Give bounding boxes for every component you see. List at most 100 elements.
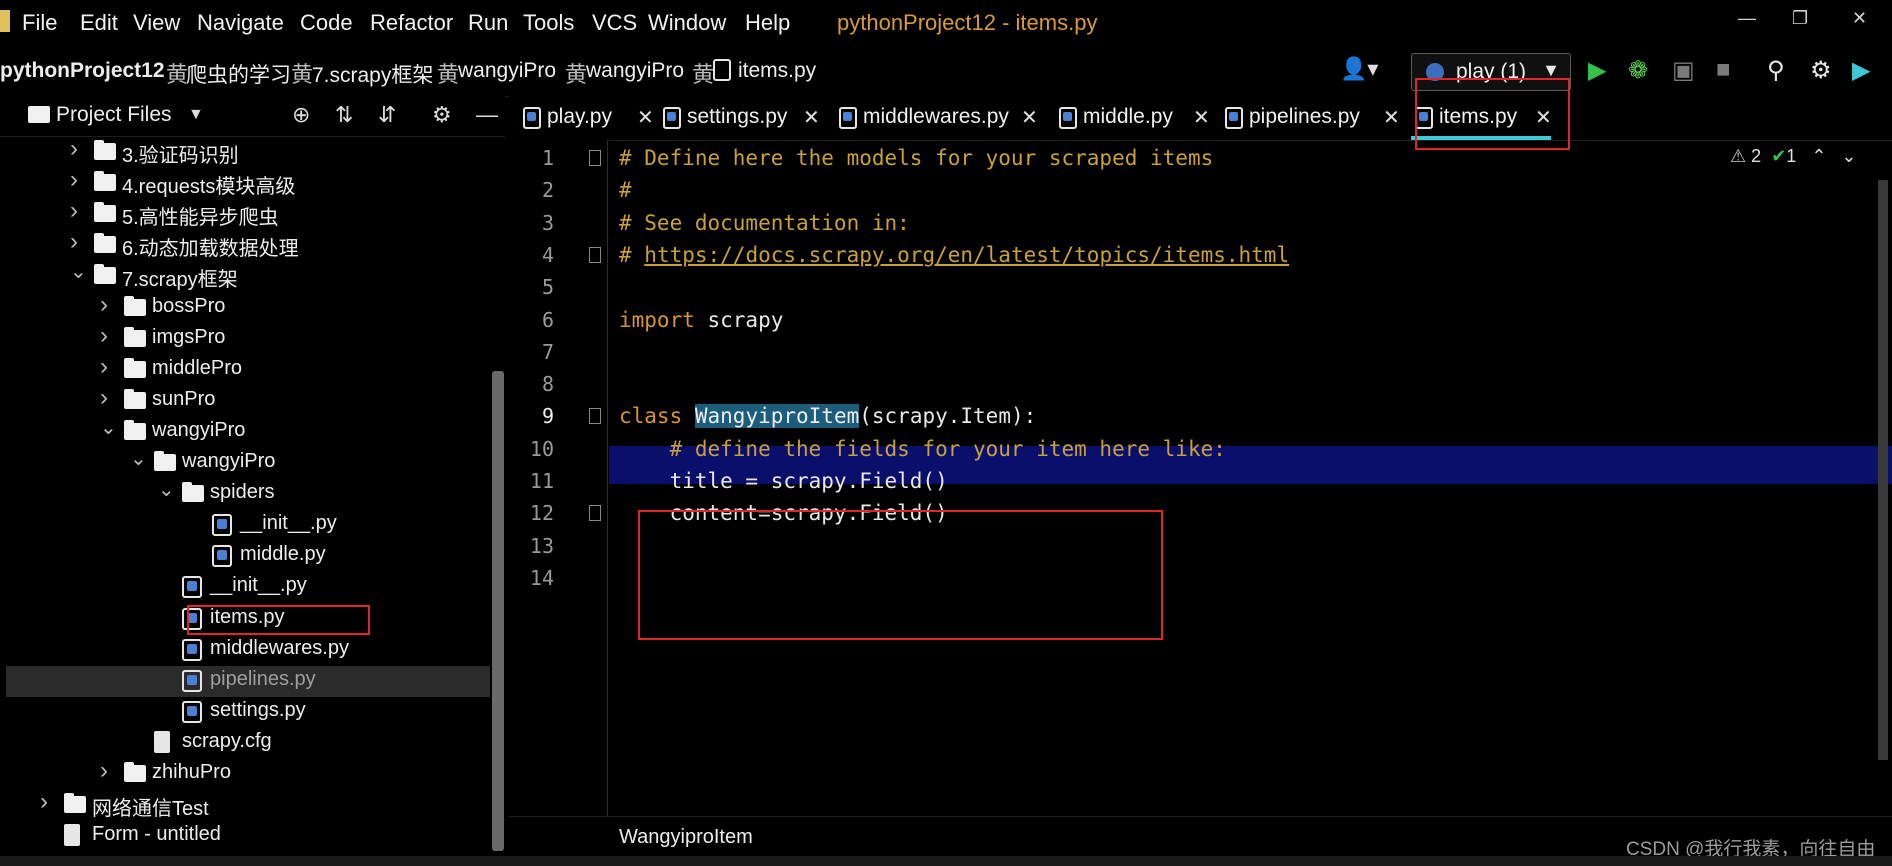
code-line[interactable]: # See documentation in: <box>619 211 910 235</box>
menu-help[interactable]: Help <box>745 10 790 36</box>
chevron-right-icon[interactable]: › <box>100 353 108 381</box>
close-window-icon[interactable]: ✕ <box>1852 8 1867 29</box>
breadcrumb-folder[interactable]: 7.scrapy框架 <box>312 59 433 89</box>
breadcrumb-class[interactable]: WangyiproItem <box>619 826 753 849</box>
breadcrumb-package[interactable]: wangyiPro <box>586 59 684 83</box>
tree-item[interactable]: › middlePro <box>6 353 490 386</box>
fold-marker-icon[interactable] <box>589 408 601 425</box>
chevron-right-icon[interactable]: › <box>70 135 78 163</box>
tree-item[interactable]: scrapy.cfg <box>6 728 490 759</box>
menu-edit[interactable]: Edit <box>80 10 118 36</box>
fold-marker-icon[interactable] <box>589 150 601 166</box>
debug-icon[interactable]: ❁ <box>1628 56 1648 85</box>
settings-icon[interactable]: ⚙ <box>1810 56 1832 85</box>
breadcrumb-folder[interactable]: 爬虫的学习 <box>186 59 291 89</box>
tree-item[interactable]: › zhihuPro <box>6 757 490 790</box>
tree-item[interactable]: ⌄ wangyiPro <box>6 448 490 479</box>
chevron-right-icon[interactable]: › <box>100 322 108 350</box>
breadcrumb-folder[interactable]: wangyiPro <box>458 59 556 83</box>
code-line[interactable]: # define the fields for your item here l… <box>619 437 1226 461</box>
chevron-right-icon[interactable]: › <box>100 757 108 785</box>
editor-scrollbar[interactable] <box>1878 180 1888 760</box>
expand-all-icon[interactable]: ⇅ <box>335 102 353 128</box>
chevron-down-icon[interactable]: ▼ <box>188 106 204 124</box>
tree-item[interactable]: › 4.requests模块高级 <box>6 166 490 199</box>
chevron-down-icon[interactable]: ⌄ <box>100 415 117 440</box>
menu-tools[interactable]: Tools <box>523 10 574 36</box>
chevron-right-icon[interactable]: › <box>70 197 78 225</box>
user-icon[interactable]: 👤▾ <box>1340 56 1378 82</box>
minimize-icon[interactable]: — <box>1738 8 1756 29</box>
stop-icon[interactable]: ■ <box>1716 56 1731 84</box>
chevron-right-icon[interactable]: › <box>70 228 78 256</box>
tree-item[interactable]: › 5.高性能异步爬虫 <box>6 197 490 230</box>
chevron-right-icon[interactable]: › <box>40 788 48 816</box>
chevron-down-icon[interactable]: ⌄ <box>158 477 175 502</box>
chevron-right-icon[interactable]: › <box>100 384 108 412</box>
tree-item[interactable]: ⌄ spiders <box>6 479 490 510</box>
code-line[interactable]: # Define here the models for your scrape… <box>619 146 1213 170</box>
run-icon[interactable]: ▶ <box>1588 56 1606 85</box>
chevron-right-icon[interactable]: › <box>70 166 78 194</box>
project-scrollbar[interactable] <box>492 371 504 851</box>
coverage-icon[interactable]: ▣ <box>1672 56 1695 85</box>
tree-item[interactable]: › imgsPro <box>6 322 490 355</box>
menu-file[interactable]: File <box>22 10 57 36</box>
code-line[interactable]: # <box>619 178 632 202</box>
code-line[interactable]: title = scrapy.Field() <box>619 469 948 493</box>
breadcrumb-project[interactable]: pythonProject12 <box>0 59 165 83</box>
tree-item[interactable]: pipelines.py <box>6 665 490 697</box>
hide-panel-icon[interactable]: — <box>476 102 498 128</box>
menu-refactor[interactable]: Refactor <box>370 10 453 36</box>
tree-item[interactable]: middle.py <box>6 541 490 572</box>
fold-marker-icon[interactable] <box>589 505 601 522</box>
chevron-down-icon[interactable]: ⌄ <box>130 446 147 471</box>
breadcrumb-file[interactable]: items.py <box>738 59 816 83</box>
folder-icon <box>124 762 146 782</box>
inspection-widget[interactable]: ⚠ 2 ✔1 ⌃ ⌄ <box>1730 146 1857 167</box>
tree-item[interactable]: › 网络通信Test <box>6 788 490 821</box>
menu-navigate[interactable]: Navigate <box>197 10 284 36</box>
close-tab-icon[interactable]: ✕ <box>1193 105 1210 130</box>
locate-icon[interactable]: ⊕ <box>292 102 310 128</box>
code-line[interactable]: import scrapy <box>619 308 783 332</box>
fold-marker-icon[interactable] <box>589 246 601 263</box>
tree-item[interactable]: › bossPro <box>6 291 490 324</box>
close-tab-icon[interactable]: ✕ <box>1383 105 1400 130</box>
menu-code[interactable]: Code <box>300 10 353 36</box>
close-tab-icon[interactable]: ✕ <box>637 105 654 130</box>
menu-window[interactable]: Window <box>648 10 726 36</box>
tree-item[interactable]: middlewares.py <box>6 635 490 666</box>
tree-item[interactable]: › 6.动态加载数据处理 <box>6 228 490 261</box>
plugin-icon[interactable]: ▶ <box>1852 56 1870 85</box>
tree-item[interactable]: › 3.验证码识别 <box>6 135 490 168</box>
collapse-all-icon[interactable]: ⇵ <box>378 102 396 128</box>
documentation-link[interactable]: https://docs.scrapy.org/en/latest/topics… <box>644 243 1289 267</box>
gear-icon[interactable]: ⚙ <box>432 102 452 128</box>
code-line[interactable]: # https://docs.scrapy.org/en/latest/topi… <box>619 243 1289 267</box>
chevron-right-icon[interactable]: › <box>100 291 108 319</box>
menu-run[interactable]: Run <box>468 10 508 36</box>
menu-view[interactable]: View <box>133 10 180 36</box>
tree-item[interactable]: › sunPro <box>6 384 490 417</box>
python-file-icon <box>1059 107 1077 129</box>
tree-item[interactable]: __init__.py <box>6 572 490 603</box>
close-tab-icon[interactable]: ✕ <box>1021 105 1038 130</box>
project-view-select[interactable]: Project Files <box>56 103 172 127</box>
search-icon[interactable]: ⚲ <box>1767 56 1785 85</box>
tree-item[interactable]: ⌄ 7.scrapy框架 <box>6 261 490 292</box>
python-file-icon <box>182 700 202 723</box>
class-name[interactable]: WangyiproItem <box>694 404 860 429</box>
tree-item[interactable]: Form - untitled <box>6 821 490 852</box>
menu-vcs[interactable]: VCS <box>592 10 637 36</box>
code-line[interactable]: class WangyiproItem(scrapy.Item): <box>619 404 1036 429</box>
next-highlight-icon[interactable]: ⌄ <box>1841 146 1856 166</box>
tree-item[interactable]: __init__.py <box>6 510 490 541</box>
tree-item[interactable]: settings.py <box>6 697 490 728</box>
restore-icon[interactable]: ❐ <box>1792 8 1808 29</box>
prev-highlight-icon[interactable]: ⌃ <box>1811 146 1826 166</box>
code-editor[interactable]: # Define here the models for your scrape… <box>509 140 1892 816</box>
close-tab-icon[interactable]: ✕ <box>803 105 820 130</box>
chevron-down-icon[interactable]: ⌄ <box>70 259 87 284</box>
tree-item[interactable]: ⌄ wangyiPro <box>6 417 490 448</box>
